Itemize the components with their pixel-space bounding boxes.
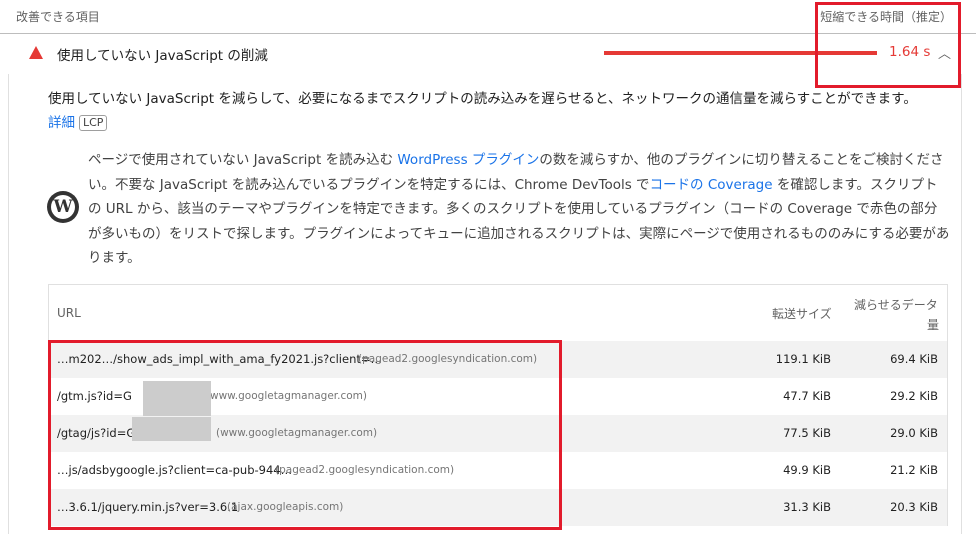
potential-savings: 21.2 KiB [890, 463, 938, 477]
transfer-size: 77.5 KiB [783, 426, 831, 440]
transfer-size: 31.3 KiB [783, 500, 831, 514]
wordpress-icon-glyph: W [51, 195, 75, 219]
column-header-savings: 減らせるデータ [854, 298, 938, 312]
warning-triangle-icon [29, 46, 43, 59]
audit-description: 使用していない JavaScript を減らして、必要になるまでスクリプトの読み… [48, 91, 917, 107]
transfer-size: 47.7 KiB [783, 389, 831, 403]
wordpress-plugins-link[interactable]: WordPress プラグイン [397, 152, 539, 168]
highlight-box-urls [48, 340, 562, 530]
column-header-savings-cont: 量 [927, 318, 940, 332]
audit-title: 使用していない JavaScript の削減 [57, 48, 268, 64]
learn-more-link[interactable]: 詳細 [48, 115, 75, 131]
highlight-box-savings [815, 2, 961, 88]
opportunity-label: 改善できる項目 [16, 10, 100, 24]
potential-savings: 20.3 KiB [890, 500, 938, 514]
lcp-badge: LCP [79, 115, 108, 131]
potential-savings: 29.0 KiB [890, 426, 938, 440]
code-coverage-link[interactable]: コードの Coverage [650, 177, 773, 193]
column-header-transfer-size: 転送サイズ [772, 307, 832, 321]
column-header-url: URL [57, 306, 81, 320]
wp-advice-part-1: ページで使用されていない JavaScript を読み込む [88, 152, 398, 168]
wordpress-advice: ページで使用されていない JavaScript を読み込む WordPress … [88, 148, 950, 271]
potential-savings: 29.2 KiB [890, 389, 938, 403]
transfer-size: 119.1 KiB [775, 352, 831, 366]
learn-more-row: 詳細 LCP [48, 111, 108, 131]
transfer-size: 49.9 KiB [783, 463, 831, 477]
potential-savings: 69.4 KiB [890, 352, 938, 366]
